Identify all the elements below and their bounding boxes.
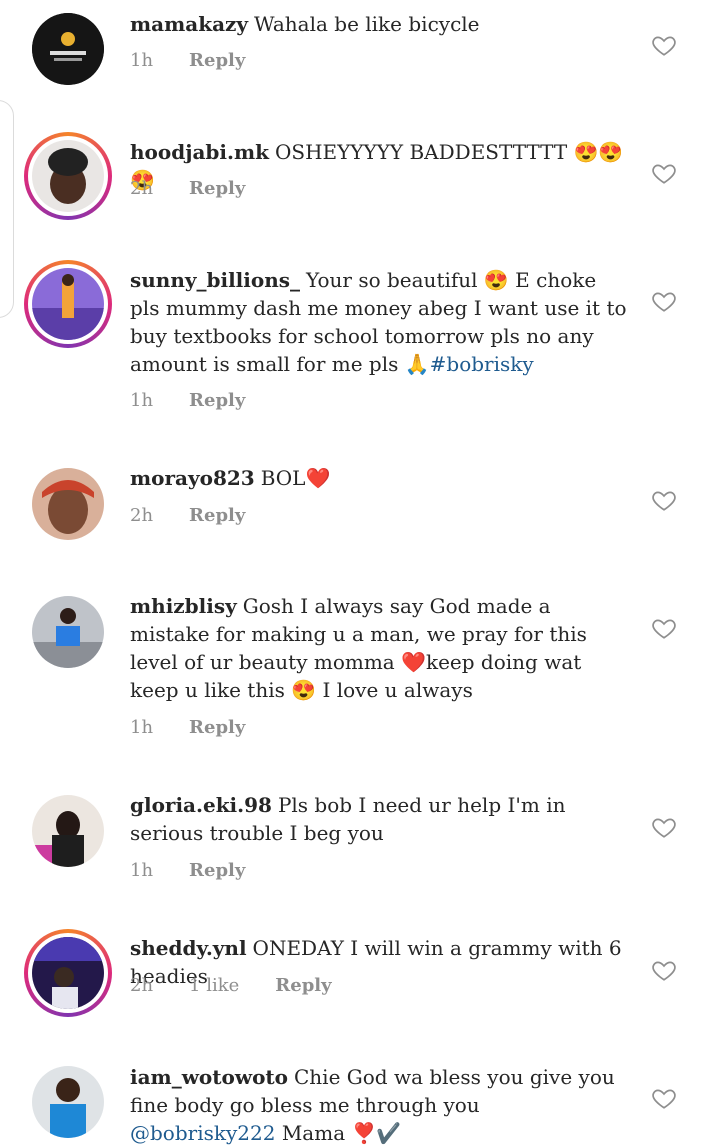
avatar — [32, 268, 104, 340]
likes-count[interactable]: 1 like — [189, 975, 239, 996]
comment-text: Wahala be like bicycle — [254, 12, 480, 36]
comment-time: 1h — [130, 717, 154, 738]
heart-outline-icon[interactable] — [651, 160, 677, 186]
comment-username[interactable]: mamakazy — [130, 12, 248, 36]
comment-body: mhizblisy Gosh I always say God made a mi… — [130, 592, 630, 704]
comment-username[interactable]: gloria.eki.98 — [130, 793, 272, 817]
avatar-image — [32, 795, 104, 867]
avatar[interactable] — [32, 596, 104, 668]
avatar-story-ring[interactable] — [24, 260, 112, 348]
comment-time: 2h — [130, 505, 154, 526]
comment-username[interactable]: mhizblisy — [130, 594, 237, 618]
reply-button[interactable]: Reply — [189, 860, 245, 881]
mention-link[interactable]: @bobrisky222 — [130, 1121, 275, 1145]
heart-outline-icon[interactable] — [651, 957, 677, 983]
comment-text: BOL❤️ — [260, 466, 331, 490]
avatar-image — [32, 596, 104, 668]
reply-button[interactable]: Reply — [189, 505, 245, 526]
comment-username[interactable]: sunny_billions_ — [130, 268, 300, 292]
comment-body: iam_wotowoto Chie God wa bless you give y… — [130, 1063, 630, 1147]
reply-button[interactable]: Reply — [189, 717, 245, 738]
avatar-image — [32, 937, 104, 1009]
avatar-story-ring[interactable] — [24, 929, 112, 1017]
avatar — [32, 140, 104, 212]
avatar-image — [32, 268, 104, 340]
avatar[interactable] — [32, 1066, 104, 1138]
comment-time: 2h — [130, 975, 154, 996]
avatar[interactable] — [32, 13, 104, 85]
heart-outline-icon[interactable] — [651, 814, 677, 840]
comment-meta: 2h Reply — [130, 505, 281, 526]
side-panel-tab[interactable] — [0, 100, 14, 318]
comment-body: gloria.eki.98 Pls bob I need ur help I'm … — [130, 791, 630, 847]
heart-outline-icon[interactable] — [651, 1085, 677, 1111]
comment-time: 1h — [130, 50, 154, 71]
avatar-image — [32, 1066, 104, 1138]
avatar[interactable] — [32, 468, 104, 540]
comment-meta: 1h Reply — [130, 390, 281, 411]
heart-outline-icon[interactable] — [651, 288, 677, 314]
comment-body: sunny_billions_ Your so beautiful 😍 E cho… — [130, 266, 630, 378]
reply-button[interactable]: Reply — [189, 390, 245, 411]
comment-username[interactable]: iam_wotowoto — [130, 1065, 288, 1089]
avatar[interactable] — [32, 795, 104, 867]
avatar — [32, 937, 104, 1009]
comment-username[interactable]: hoodjabi.mk — [130, 140, 269, 164]
comment-meta: 1h Reply — [130, 860, 281, 881]
comment-time: 2h — [130, 178, 154, 199]
heart-outline-icon[interactable] — [651, 487, 677, 513]
avatar-image — [32, 468, 104, 540]
comment-meta: 2h Reply — [130, 178, 281, 199]
comment-username[interactable]: sheddy.ynl — [130, 936, 247, 960]
reply-button[interactable]: Reply — [189, 50, 245, 71]
avatar-image — [32, 13, 104, 85]
reply-button[interactable]: Reply — [189, 178, 245, 199]
comment-body: mamakazy Wahala be like bicycle — [130, 10, 630, 38]
reply-button[interactable]: Reply — [275, 975, 331, 996]
heart-outline-icon[interactable] — [651, 615, 677, 641]
comment-meta: 1h Reply — [130, 50, 281, 71]
comment-meta: 1h Reply — [130, 717, 281, 738]
avatar-story-ring[interactable] — [24, 132, 112, 220]
avatar-image — [32, 140, 104, 212]
heart-outline-icon[interactable] — [651, 32, 677, 58]
comment-time: 1h — [130, 390, 154, 411]
comment-meta: 2h 1 like Reply — [130, 975, 368, 996]
hashtag-link[interactable]: #bobrisky — [430, 352, 534, 376]
comment-username[interactable]: morayo823 — [130, 466, 255, 490]
comment-time: 1h — [130, 860, 154, 881]
comment-text-after: Mama ❣️✔️ — [275, 1121, 402, 1145]
comment-body: morayo823 BOL❤️ — [130, 464, 630, 492]
